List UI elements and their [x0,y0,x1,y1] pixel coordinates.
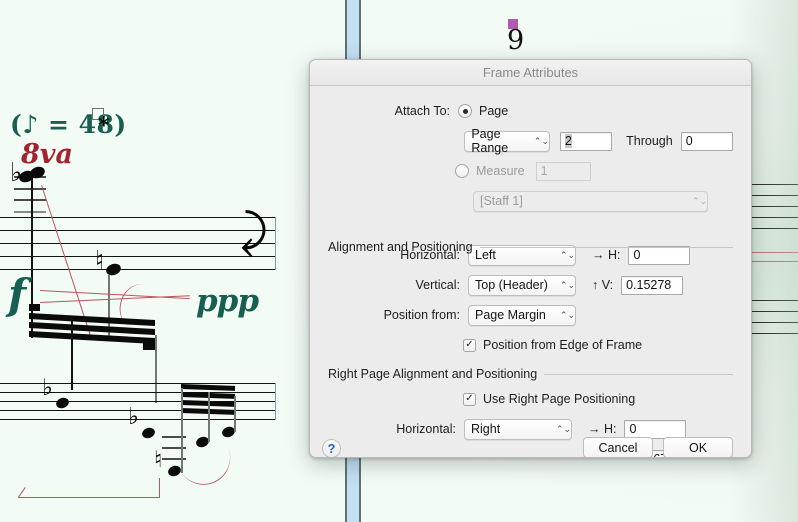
vertical-align-value: Top (Header) [475,278,548,292]
right-page-group-title: Right Page Alignment and Positioning [328,367,538,381]
alignment-group-title: Alignment and Positioning [328,240,473,254]
vertical-align-popup[interactable]: Top (Header) ⌃⌄ [468,274,576,296]
page-range-popup[interactable]: Page Range ⌃⌄ [464,127,550,155]
staff-line [744,300,798,301]
v-offset-value: 0.15278 [626,278,672,292]
measure-number-field[interactable]: 1 [535,161,591,181]
note-stem [234,396,236,432]
page-range-through-value: 0 [685,134,693,148]
dialog-title: Frame Attributes [482,65,579,80]
dialog-titlebar[interactable]: Frame Attributes [310,60,751,86]
beam [181,384,235,391]
chevron-updown-icon: ⌃⌄ [560,279,576,290]
staff-line [744,195,798,196]
page-range-value: Page Range [471,127,509,155]
group-divider [479,246,733,248]
staff-line [744,322,798,323]
dynamic-ppp[interactable]: ppp [196,283,259,319]
use-right-page-positioning-checkbox[interactable]: ✓ [463,392,476,406]
staff-line [0,217,276,218]
chevron-updown-icon: ⌃⌄ [556,423,572,434]
dynamic-f[interactable]: f [8,270,26,319]
staff-line [0,230,276,231]
staff-line-red [744,261,798,263]
barline [275,217,276,270]
flat-accidental: ♭ [128,404,139,430]
note-stem [71,318,73,390]
beam-fragment [29,304,40,311]
use-right-page-positioning-label: Use Right Page Positioning [483,392,636,406]
radio-page-label: Page [479,104,509,118]
cancel-button[interactable]: Cancel [583,437,653,457]
alignment-group-header: Alignment and Positioning [328,240,733,254]
attach-to-label: Attach To: [394,104,450,118]
natural-accidental: ♮ [95,246,105,276]
right-page-group-header: Right Page Alignment and Positioning [328,367,733,381]
position-from-popup[interactable]: Page Margin ⌃⌄ [468,304,576,326]
staff-line [0,256,276,257]
page-range-through-field[interactable]: 0 [680,131,733,151]
v-offset-label: ↑ V: [592,278,614,292]
staff-popup-value: [Staff 1] [480,194,523,208]
staff-line [744,333,798,334]
page-range-from-field[interactable]: 2 [559,131,613,151]
radio-measure-label: Measure [476,164,525,178]
position-from-value: Page Margin [475,308,546,322]
radio-attach-measure[interactable] [455,164,469,178]
staff-line [744,184,798,185]
radio-attach-page[interactable] [458,104,472,118]
dialog-body: Attach To: Page Page Range ⌃⌄ 2 Through … [310,98,751,457]
page-number[interactable]: 9 [507,25,524,56]
staff-line-red [744,252,798,254]
staff-line [0,243,276,244]
bracket-line [18,497,160,499]
ledger-line [14,199,46,201]
group-divider [544,373,733,375]
beam-fragment [143,343,155,350]
position-from-label: Position from: [383,308,460,322]
notehead[interactable] [140,426,157,440]
hairpin-line [40,295,190,304]
notehead[interactable] [54,396,71,410]
tempo-asterisk: * [98,113,110,139]
staff-line [744,217,798,218]
flat-accidental: ♭ [42,375,53,401]
right-page-horizontal-value: Right [471,422,501,436]
position-from-edge-label: Position from Edge of Frame [483,338,643,352]
ok-button[interactable]: OK [663,437,733,457]
position-from-edge-checkbox[interactable]: ✓ [463,338,476,352]
ledger-line [14,211,46,213]
staff-line [744,228,798,229]
staff-line [744,206,798,207]
natural-accidental: ♮ [154,447,163,473]
ottava-marking[interactable]: 8va [21,139,73,170]
vertical-label: Vertical: [415,278,460,292]
v-offset-field[interactable]: 0.15278 [621,275,684,295]
right-page-horizontal-popup[interactable]: Right ⌃⌄ [464,418,572,440]
frame-attributes-dialog: Frame Attributes Attach To: Page Page Ra… [309,59,752,458]
right-page-horizontal-label: Horizontal: [396,422,456,436]
bracket-line [158,478,160,498]
barline [275,383,276,420]
measure-number-value: 1 [540,164,548,178]
right-page-h-value: 0 [629,422,637,436]
bass-clef-icon: ⤸ [240,204,268,258]
staff-popup[interactable]: [Staff 1] ⌃⌄ [473,190,708,212]
staff-line [0,269,276,270]
page-range-from-value: 2 [564,134,572,148]
through-label: Through [626,134,673,148]
right-page-h-label: → H: [588,422,617,436]
chevron-updown-icon: ⌃⌄ [533,135,549,146]
staff-line [744,311,798,312]
chevron-updown-icon: ⌃⌄ [560,309,576,320]
right-page-h-field[interactable]: 0 [624,419,687,439]
help-button[interactable]: ? [322,439,341,457]
chevron-updown-icon: ⌃⌄ [692,195,708,206]
